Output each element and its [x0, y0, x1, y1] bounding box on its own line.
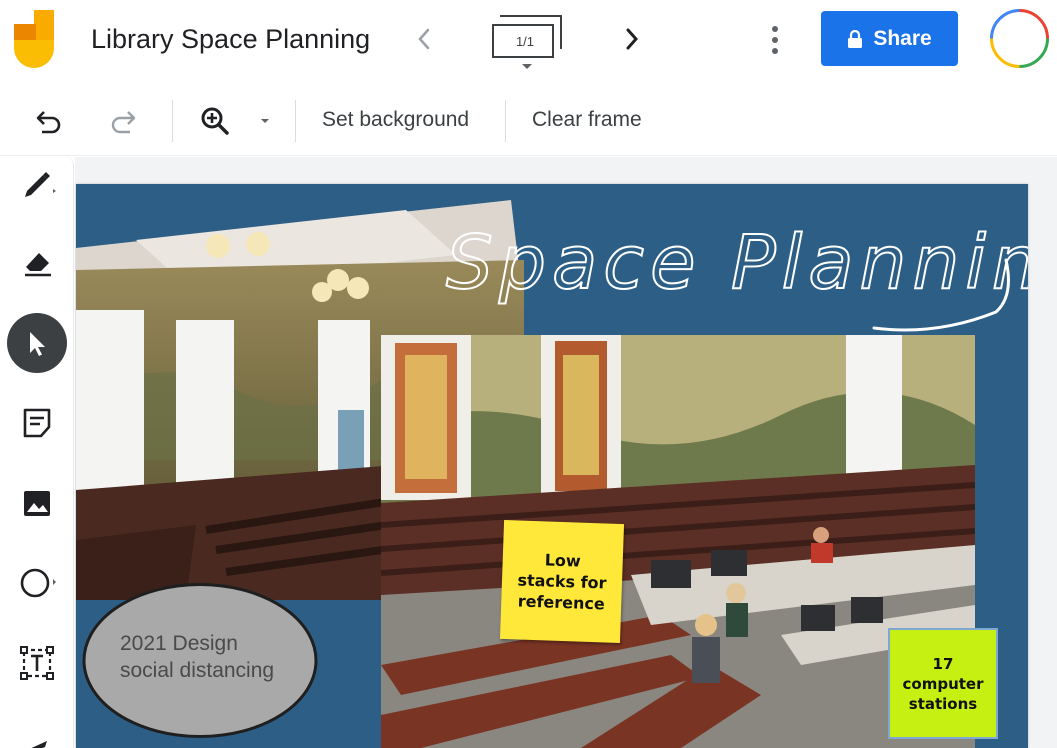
handwritten-title[interactable]: Space Planning [436, 200, 1028, 340]
top-bar: Library Space Planning 1/1 Share [0, 0, 1057, 84]
laser-tool-button[interactable] [8, 716, 66, 748]
tool-rail [0, 156, 74, 748]
svg-text:Space Planning: Space Planning [446, 220, 1028, 306]
text-box-tool-button[interactable] [8, 634, 66, 692]
sticky-note-text: Low stacks for reference [516, 548, 607, 614]
zoom-in-icon[interactable] [198, 104, 232, 138]
account-avatar[interactable] [988, 7, 1051, 70]
library-hall-photo[interactable] [381, 335, 975, 748]
select-tool-button[interactable] [7, 313, 67, 373]
pen-tool-button[interactable] [8, 156, 66, 214]
jam-frame[interactable]: Space Planning 2021 Design social distan… [76, 184, 1028, 748]
frame-bar-toggle[interactable]: 1/1 [486, 12, 570, 72]
lock-icon [848, 29, 863, 48]
image-icon [24, 491, 50, 516]
sticky-note-tool-button[interactable] [8, 394, 66, 452]
toolbar-divider [295, 100, 296, 142]
ellipse-line-1: 2021 Design [120, 632, 238, 655]
sticky-line-2: computer [902, 674, 984, 693]
sticky-line-1: 17 [932, 654, 954, 673]
circle-shape-icon [20, 568, 56, 598]
image-tool-button[interactable] [8, 474, 66, 532]
edit-toolbar: Set background Clear frame [0, 86, 1057, 156]
clear-frame-button[interactable]: Clear frame [532, 108, 642, 132]
redo-icon[interactable] [106, 104, 140, 138]
toolbar-divider [172, 100, 173, 142]
pen-icon [25, 172, 56, 197]
zoom-dropdown-icon[interactable] [252, 104, 286, 138]
previous-frame-chevron-icon[interactable] [410, 22, 438, 56]
shape-tool-button[interactable] [8, 554, 66, 612]
laser-icon [31, 741, 47, 748]
set-background-button[interactable]: Set background [322, 108, 469, 132]
eraser-icon [25, 253, 51, 277]
frame-counter-label: 1/1 [515, 34, 535, 49]
toolbar-divider [505, 100, 506, 142]
caret-down-icon [522, 64, 532, 69]
sticky-note-icon [23, 408, 51, 438]
ellipse-line-2: social distancing [120, 659, 275, 682]
select-arrow-icon [30, 332, 45, 356]
share-button[interactable]: Share [821, 11, 958, 66]
sticky-note-yellow[interactable]: Low stacks for reference [499, 519, 625, 644]
sticky-note-text: 17 computer stations [903, 654, 984, 714]
jamboard-logo-icon [14, 10, 54, 68]
frame-stack-front: 1/1 [492, 24, 554, 58]
document-title[interactable]: Library Space Planning [91, 24, 370, 55]
undo-icon[interactable] [32, 104, 66, 138]
eraser-tool-button[interactable] [8, 232, 66, 290]
ellipse-text: 2021 Design social distancing [120, 630, 274, 684]
share-label: Share [873, 26, 932, 50]
next-frame-chevron-icon[interactable] [618, 22, 646, 56]
sticky-note-green[interactable]: 17 computer stations [888, 628, 998, 739]
sticky-line-3: reference [517, 591, 606, 614]
more-options-icon[interactable] [764, 22, 786, 58]
sticky-line-3: stations [908, 694, 978, 713]
text-box-icon [20, 646, 54, 680]
